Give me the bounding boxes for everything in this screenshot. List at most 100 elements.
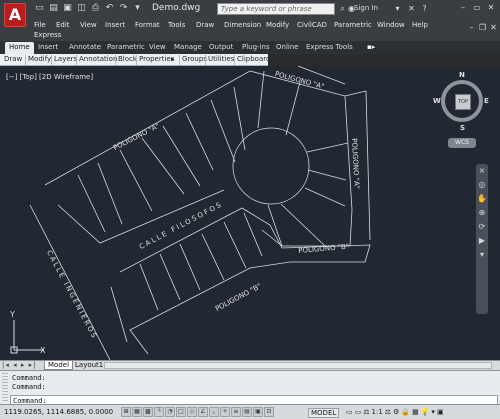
3d-osnap-icon[interactable]: ◇ — [187, 407, 197, 417]
quick-view-layouts-icon[interactable]: ▭ — [346, 407, 353, 417]
menu-modify[interactable]: Modify — [266, 21, 289, 29]
tab-insert[interactable]: Insert — [38, 43, 58, 51]
panel-utilities[interactable]: Utilities — [208, 55, 234, 63]
tab-view[interactable]: View — [149, 43, 166, 51]
undo-icon[interactable]: ↶ — [104, 3, 115, 14]
annotation-scale-icon[interactable]: ⚖ — [363, 407, 369, 417]
search-input[interactable]: Type a keyword or phrase — [217, 3, 335, 15]
viewcube-top-face[interactable]: TOP — [455, 94, 471, 110]
menu-tools[interactable]: Tools — [168, 21, 185, 29]
grid-icon[interactable]: ▩ — [143, 407, 153, 417]
steering-wheel-icon[interactable]: ◎ — [476, 178, 488, 192]
tab-online[interactable]: Online — [276, 43, 299, 51]
menu-view[interactable]: View — [80, 21, 97, 29]
osnap-icon[interactable]: □ — [176, 407, 186, 417]
ortho-icon[interactable]: └ — [154, 407, 164, 417]
tab-layout1[interactable]: Layout1 — [72, 361, 106, 370]
menu-parametric[interactable]: Parametric — [334, 21, 372, 29]
menu-civilcad[interactable]: CivilCAD — [297, 21, 327, 29]
annotation-scale[interactable]: 1:1 — [372, 407, 383, 417]
transparency-icon[interactable]: ▤ — [242, 407, 252, 417]
exchange-icon[interactable]: ✕ — [406, 3, 417, 14]
lock-icon[interactable]: 🔒 — [401, 407, 410, 417]
minimize-icon[interactable]: – — [466, 22, 477, 33]
menu-draw[interactable]: Draw — [196, 21, 214, 29]
tab-model[interactable]: Model — [44, 361, 74, 370]
application-menu-button[interactable]: A — [4, 3, 26, 27]
close-icon[interactable]: ✕ — [488, 22, 499, 33]
panel-modify[interactable]: Modify — [28, 55, 51, 63]
save-icon[interactable]: ▣ — [62, 3, 73, 14]
showmotion-icon[interactable]: ▶ — [476, 234, 488, 248]
panel-expand-icon[interactable]: ▸ — [171, 55, 175, 63]
close-icon[interactable]: × — [476, 164, 488, 178]
snap-icon[interactable]: ▦ — [132, 407, 142, 417]
quick-properties-icon[interactable]: ▣ — [253, 407, 263, 417]
lineweight-icon[interactable]: ≡ — [231, 407, 241, 417]
menu-dimension[interactable]: Dimension — [224, 21, 261, 29]
isolate-objects-icon[interactable]: 💡 — [421, 407, 430, 417]
menu-insert[interactable]: Insert — [105, 21, 125, 29]
new-icon[interactable]: ▭ — [34, 3, 45, 14]
otrack-icon[interactable]: ∠ — [198, 407, 208, 417]
maximize-icon[interactable]: ▭ — [471, 2, 483, 13]
panel-draw[interactable]: Draw — [4, 55, 22, 63]
tab-express-tools[interactable]: Express Tools — [306, 43, 353, 51]
compass-south[interactable]: S — [460, 124, 465, 132]
selection-cycling-icon[interactable]: ⊡ — [264, 407, 274, 417]
menu-file[interactable]: File — [34, 21, 46, 29]
model-space-toggle[interactable]: MODEL — [308, 408, 340, 418]
menu-edit[interactable]: Edit — [56, 21, 70, 29]
coordinate-readout[interactable]: 1119.0265, 1114.6885, 0.0000 — [4, 408, 113, 416]
ducs-icon[interactable]: ⌞ — [209, 407, 219, 417]
tab-annotate[interactable]: Annotate — [69, 43, 101, 51]
tab-manage[interactable]: Manage — [174, 43, 202, 51]
infer-constraints-icon[interactable]: ⊞ — [121, 407, 131, 417]
tab-home[interactable]: Home — [5, 42, 34, 54]
dyn-icon[interactable]: + — [220, 407, 230, 417]
layout-nav-arrows-icon[interactable]: |◂ ◂ ▸ ▸| — [2, 361, 36, 369]
dropdown-icon[interactable]: ▾ — [132, 3, 143, 14]
orbit-icon[interactable]: ⟳ — [476, 220, 488, 234]
pan-icon[interactable]: ✋ — [476, 192, 488, 206]
clean-screen-icon[interactable]: ▣ — [437, 407, 444, 417]
open-icon[interactable]: ▤ — [48, 3, 59, 14]
horizontal-scrollbar[interactable] — [104, 362, 492, 369]
tab-output[interactable]: Output — [209, 43, 233, 51]
status-menu-icon[interactable]: ▾ — [431, 407, 435, 417]
redo-icon[interactable]: ↷ — [118, 3, 129, 14]
menu-express[interactable]: Express — [34, 31, 61, 39]
zoom-icon[interactable]: ⊕ — [476, 206, 488, 220]
drawing-area[interactable]: POLIGONO "A" POLIGONO "A" POLIGONO "A" P… — [0, 66, 500, 360]
dropdown-icon[interactable]: ▾ — [476, 248, 488, 262]
compass-west[interactable]: W — [433, 97, 441, 105]
minimize-icon[interactable]: – — [457, 2, 469, 13]
panel-layers[interactable]: Layers — [54, 55, 77, 63]
panel-clipboard[interactable]: Clipboard — [237, 55, 270, 63]
ribbon-options-icon[interactable]: ▪▸ — [367, 43, 375, 51]
annotation-visibility-icon[interactable]: ⚖ — [385, 407, 391, 417]
panel-block[interactable]: Block — [118, 55, 137, 63]
restore-icon[interactable]: ❐ — [477, 22, 488, 33]
wcs-menu-button[interactable]: WCS — [448, 138, 476, 148]
compass-east[interactable]: E — [484, 97, 489, 105]
tab-plug-ins[interactable]: Plug-ins — [242, 43, 270, 51]
menu-window[interactable]: Window — [377, 21, 405, 29]
polar-icon[interactable]: ◔ — [165, 407, 175, 417]
sign-in-link[interactable]: Sign In — [354, 4, 378, 12]
dropdown-icon[interactable]: ▾ — [392, 3, 403, 14]
compass-north[interactable]: N — [459, 71, 465, 79]
panel-groups[interactable]: Groups — [182, 55, 207, 63]
panel-annotation[interactable]: Annotation — [79, 55, 117, 63]
menu-help[interactable]: Help — [412, 21, 428, 29]
viewport-controls[interactable]: [−] [Top] [2D Wireframe] — [6, 73, 93, 81]
quick-view-drawings-icon[interactable]: ▭ — [355, 407, 362, 417]
close-icon[interactable]: ✕ — [485, 2, 497, 13]
plot-icon[interactable]: ⎙ — [90, 3, 101, 14]
workspace-icon[interactable]: ⚙ — [393, 407, 399, 417]
menu-format[interactable]: Format — [135, 21, 160, 29]
save-as-icon[interactable]: ◫ — [76, 3, 87, 14]
help-icon[interactable]: ? — [419, 3, 430, 14]
command-window-grip[interactable] — [2, 373, 8, 403]
panel-properties[interactable]: Properties — [139, 55, 174, 63]
